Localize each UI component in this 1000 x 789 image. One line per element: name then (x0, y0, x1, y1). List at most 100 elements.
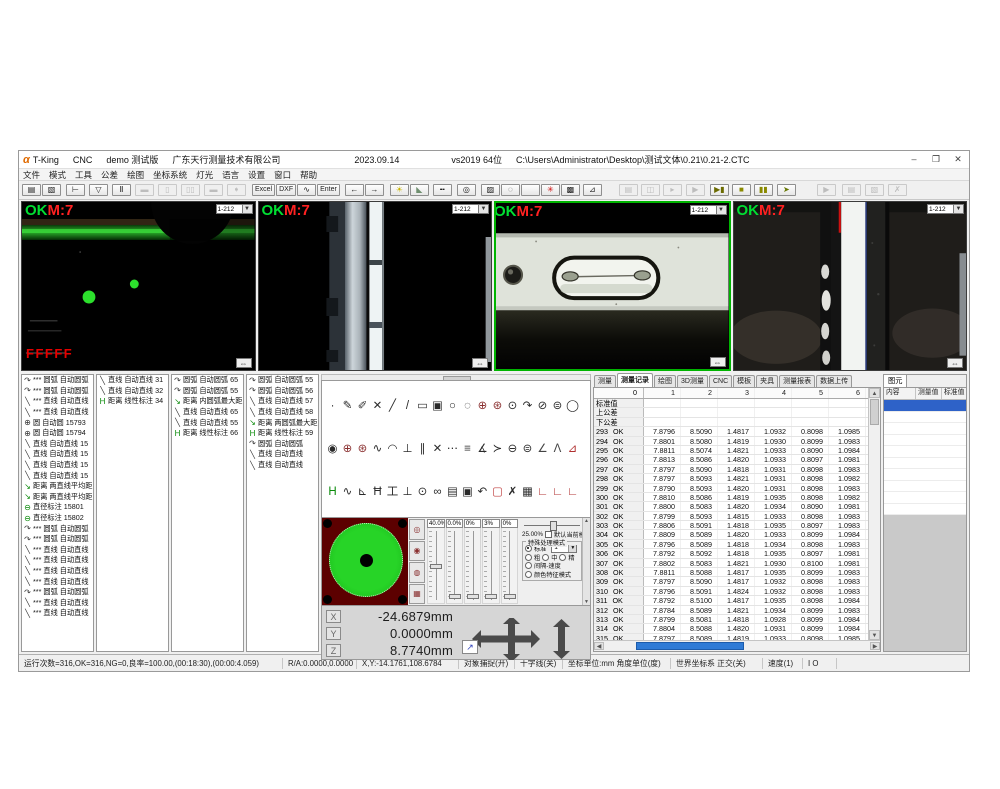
column-header[interactable]: 0 (594, 388, 644, 398)
run-to-end-button[interactable]: ▶▮ (710, 184, 729, 196)
scroll-left-icon[interactable]: ◀ (594, 642, 604, 650)
table-cell[interactable]: 8.5090 (681, 427, 718, 435)
palette-tool-icon[interactable]: ▣ (430, 399, 445, 413)
palette-tool-icon[interactable]: ✎ (340, 399, 355, 413)
feature-item[interactable]: ╲直线 自动直线 32 (97, 386, 168, 397)
chevron-down-icon[interactable]: ▼ (568, 545, 576, 552)
table-cell[interactable]: 1.0931 (755, 465, 792, 473)
feature-item[interactable]: ╲直线 自动直线 (247, 460, 318, 471)
corner-dot[interactable] (323, 595, 332, 604)
menu-item-绘图[interactable]: 绘图 (127, 169, 144, 181)
light-slider[interactable]: 40.0% (427, 519, 445, 604)
table-cell[interactable]: 1.0982 (829, 493, 866, 501)
camera-view-2[interactable]: OKM:7 1-212 ▼ ⇔ (258, 201, 493, 371)
menu-item-窗口[interactable]: 窗口 (274, 169, 291, 181)
palette-tool-icon[interactable]: ⊘ (535, 399, 550, 413)
table-cell[interactable]: 1.4818 (718, 465, 755, 473)
palette-tool-icon[interactable]: ╱ (385, 399, 400, 413)
table-cell[interactable]: 0.8099 (792, 615, 829, 623)
table-row[interactable]: 305OK7.87968.50891.48181.09340.80981.098… (594, 540, 868, 549)
palette-tool-icon[interactable]: ◯ (565, 399, 580, 413)
table-cell[interactable]: 0.8098 (792, 596, 829, 604)
table-cell[interactable]: 8.5088 (681, 624, 718, 632)
palette-tool-icon[interactable]: ✕ (370, 399, 385, 413)
table-cell[interactable]: 7.8804 (644, 624, 681, 632)
open-file-button[interactable]: ▧ (865, 184, 884, 196)
interval-radio[interactable] (525, 562, 532, 569)
table-row[interactable]: 301OK7.88008.50831.48201.09340.80901.098… (594, 502, 868, 511)
table-cell[interactable] (792, 418, 829, 426)
slider-thumb[interactable] (550, 521, 557, 531)
table-cell[interactable]: 8.5093 (681, 484, 718, 492)
menu-item-帮助[interactable]: 帮助 (300, 169, 317, 181)
table-row[interactable]: 309OK7.87978.50901.48171.09320.80981.098… (594, 577, 868, 586)
table-cell[interactable]: 1.0984 (829, 624, 866, 632)
element-row[interactable] (884, 504, 966, 516)
feature-item[interactable]: ⊖直径标注 15801 (22, 502, 93, 513)
camera-view-4[interactable]: OKM:7 1-212 ▼ ⇔ (733, 201, 968, 371)
palette-tool-icon[interactable]: ◉ (325, 442, 340, 456)
palette-tool-icon[interactable]: ○ (445, 399, 460, 413)
palette-tool-icon[interactable]: ✕ (430, 442, 445, 456)
table-cell[interactable]: 1.0983 (829, 587, 866, 595)
slider-thumb[interactable] (485, 594, 497, 599)
stack-button[interactable]: ▯▯ (181, 184, 200, 196)
palette-tool-icon[interactable]: / (400, 399, 415, 413)
table-cell[interactable]: 1.0984 (829, 615, 866, 623)
corner-dot[interactable] (323, 519, 332, 528)
table-cell[interactable]: 1.0983 (829, 606, 866, 614)
magnifier-button[interactable]: ◎ (457, 184, 476, 196)
table-cell[interactable]: 1.0935 (755, 596, 792, 604)
table-cell[interactable]: 1.0983 (829, 521, 866, 529)
table-cell[interactable]: 1.4820 (718, 530, 755, 538)
table-cell[interactable]: 1.0935 (755, 549, 792, 557)
probe-button[interactable]: ▽ (89, 184, 108, 196)
column-header[interactable]: 测量值 (916, 388, 942, 399)
table-cell[interactable]: 1.0935 (755, 521, 792, 529)
table-cell[interactable]: 8.5083 (681, 502, 718, 510)
table-cell[interactable]: 1.0982 (829, 474, 866, 482)
diagonal-move-button[interactable]: ↗ (462, 640, 478, 654)
table-cell[interactable]: 0.8099 (792, 568, 829, 576)
table-cell[interactable]: 1.0930 (755, 559, 792, 567)
feature-item[interactable]: ╲直线 自动直线 15 (22, 470, 93, 481)
palette-tool-icon[interactable]: ⋯ (445, 442, 460, 456)
feature-item[interactable]: ╲直线 自动直线 55 (172, 417, 243, 428)
feature-item[interactable]: ╲*** 直线 自动直线 (22, 576, 93, 587)
table-cell[interactable]: 1.0933 (755, 455, 792, 463)
chart-button[interactable]: ⊿ (583, 184, 602, 196)
tab-夹具[interactable]: 夹具 (756, 375, 778, 387)
tab-CNC[interactable]: CNC (709, 375, 732, 387)
feature-item[interactable]: ╲直线 自动直线 31 (97, 375, 168, 386)
light-bulb-button[interactable]: ☀ (390, 184, 409, 196)
table-cell[interactable]: 1.0983 (829, 484, 866, 492)
delete-button[interactable]: ✗ (888, 184, 907, 196)
table-row[interactable]: 303OK7.88068.50911.48181.09350.80971.098… (594, 521, 868, 530)
save-result-button[interactable]: ▤ (619, 184, 638, 196)
palette-tool-icon[interactable]: ⊕ (340, 442, 355, 456)
feature-item[interactable]: ╲*** 直线 自动直线 (22, 407, 93, 418)
standard-radio[interactable] (525, 545, 532, 552)
slider-track[interactable] (446, 528, 463, 604)
table-cell[interactable]: 1.0981 (829, 502, 866, 510)
table-cell[interactable]: 1.4821 (718, 559, 755, 567)
table-cell[interactable]: 1.4820 (718, 484, 755, 492)
menu-item-模式[interactable]: 模式 (49, 169, 66, 181)
palette-tool-icon[interactable]: ∿ (340, 485, 355, 499)
stop-button[interactable]: ■ (732, 184, 751, 196)
table-cell[interactable]: 1.0984 (829, 530, 866, 538)
feature-item[interactable]: ↷圆弧 自动圆弧 56 (247, 386, 318, 397)
palette-tool-icon[interactable]: ∠ (535, 442, 550, 456)
feature-item[interactable]: ↷*** 圆弧 自动圆弧 (22, 523, 93, 534)
table-cell[interactable]: 7.8810 (644, 493, 681, 501)
table-cell[interactable]: 7.8799 (644, 512, 681, 520)
prev-button[interactable]: ← (345, 184, 364, 196)
table-cell[interactable]: 1.0934 (755, 606, 792, 614)
table-row[interactable]: 306OK7.87928.50921.48181.09350.80971.098… (594, 549, 868, 558)
column-header[interactable]: 6 (829, 388, 866, 398)
table-cell[interactable]: 7.8813 (644, 455, 681, 463)
table-cell[interactable]: 1.0985 (829, 427, 866, 435)
feature-item[interactable]: ↷*** 圆弧 自动圆弧 (22, 375, 93, 386)
table-row[interactable]: 312OK7.87848.50891.48211.09340.80991.098… (594, 606, 868, 615)
feature-item[interactable]: ⊕圆 自动圆 15793 (22, 417, 93, 428)
